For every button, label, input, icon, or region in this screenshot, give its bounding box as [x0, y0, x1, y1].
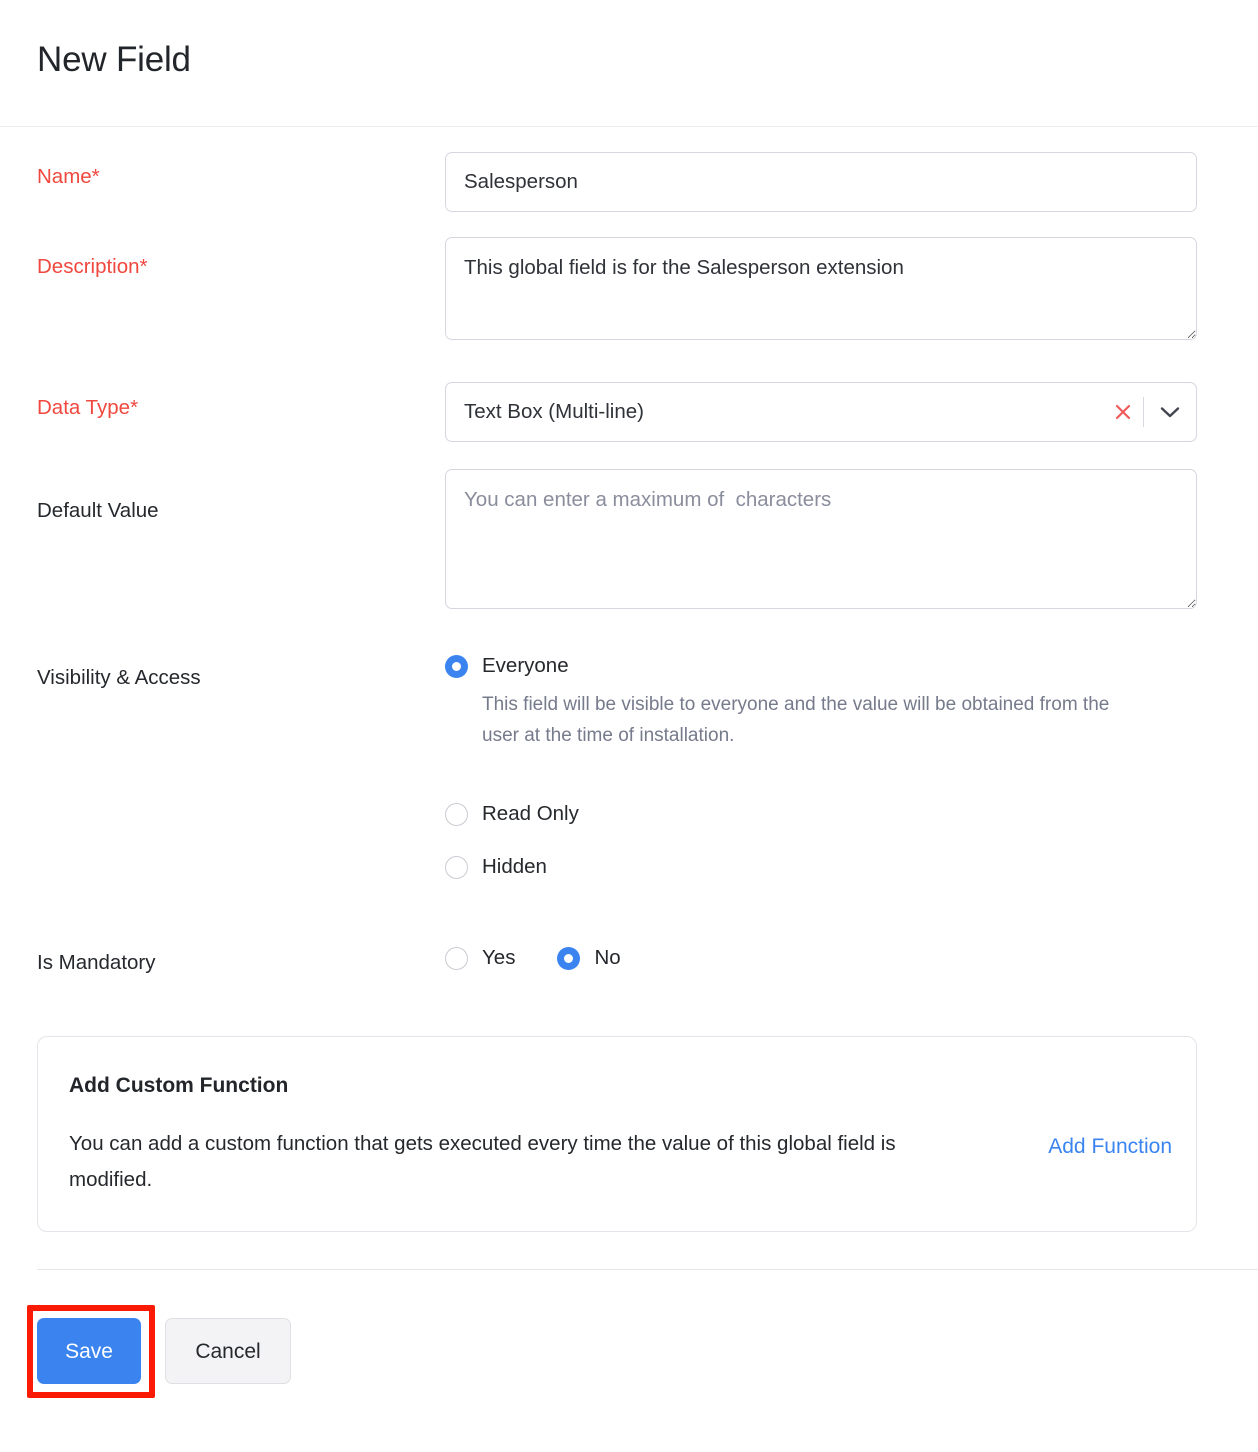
name-label: Name* [37, 165, 100, 188]
form-row-visibility: Visibility & Access Everyone This field … [0, 654, 1258, 934]
name-input[interactable] [445, 152, 1197, 212]
custom-function-card: Add Custom Function You can add a custom… [37, 1036, 1197, 1232]
chevron-down-icon[interactable] [1144, 383, 1196, 441]
default-value-textarea[interactable] [445, 469, 1197, 609]
mandatory-radio-group: Yes No [445, 946, 621, 970]
form-row-name: Name* [0, 127, 1258, 219]
radio-option-hidden[interactable]: Hidden [445, 855, 1142, 879]
radio-hidden-label: Hidden [482, 855, 547, 878]
default-value-control [445, 469, 1197, 609]
data-type-control: Text Box (Multi-line) [445, 382, 1197, 442]
footer-button-row: Save Cancel [37, 1318, 291, 1384]
visibility-label: Visibility & Access [37, 666, 201, 689]
radio-option-everyone[interactable]: Everyone [445, 654, 1142, 678]
mandatory-options: Yes No [445, 946, 621, 970]
mandatory-label: Is Mandatory [37, 951, 156, 974]
description-label: Description* [37, 255, 148, 278]
page-header: New Field [0, 0, 1258, 127]
radio-hidden-icon[interactable] [445, 855, 468, 879]
custom-function-description: You can add a custom function that gets … [69, 1132, 896, 1191]
default-value-label: Default Value [37, 499, 159, 522]
data-type-selected-value: Text Box (Multi-line) [464, 400, 644, 423]
form-row-data-type: Data Type* Text Box (Multi-line) [0, 349, 1258, 449]
radio-read-only-label: Read Only [482, 802, 579, 825]
footer-divider [37, 1269, 1258, 1270]
form-row-mandatory: Is Mandatory Yes No [0, 934, 1258, 1014]
add-function-link[interactable]: Add Function [1048, 1135, 1172, 1159]
radio-everyone-icon[interactable] [445, 654, 468, 678]
radio-mandatory-yes-icon[interactable] [445, 946, 468, 970]
radio-everyone-label: Everyone [482, 654, 569, 677]
radio-read-only-icon[interactable] [445, 802, 468, 826]
form-row-default-value: Default Value [0, 449, 1258, 654]
radio-mandatory-yes-label: Yes [482, 946, 516, 969]
close-x-icon[interactable] [1103, 383, 1143, 441]
radio-option-read-only[interactable]: Read Only [445, 802, 1142, 826]
save-button[interactable]: Save [37, 1318, 141, 1384]
cancel-button[interactable]: Cancel [165, 1318, 291, 1384]
description-control: This global field is for the Salesperson… [445, 237, 1197, 340]
visibility-everyone-hint: This field will be visible to everyone a… [482, 694, 1110, 746]
visibility-options: Everyone This field will be visible to e… [445, 654, 1142, 879]
radio-mandatory-no-icon[interactable] [557, 946, 581, 970]
data-type-select[interactable]: Text Box (Multi-line) [445, 382, 1197, 442]
form-row-description: Description* This global field is for th… [0, 219, 1258, 349]
name-control [445, 152, 1197, 212]
data-type-label: Data Type* [37, 396, 139, 419]
page-title: New Field [37, 40, 191, 79]
radio-mandatory-no-label: No [594, 946, 621, 969]
description-textarea[interactable]: This global field is for the Salesperson… [445, 237, 1197, 340]
custom-function-title: Add Custom Function [69, 1074, 289, 1097]
